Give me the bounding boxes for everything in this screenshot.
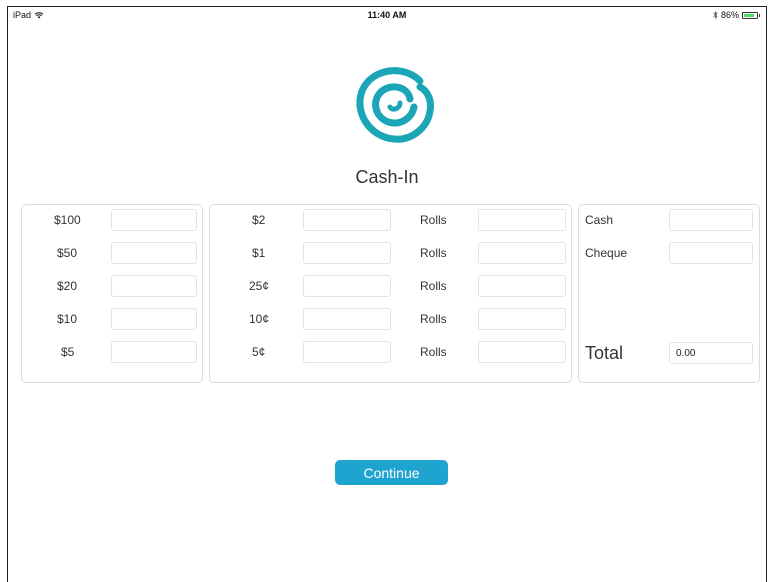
total-label: Total xyxy=(585,343,624,363)
bill-label-5: $5 xyxy=(61,345,75,359)
coin-5c-input[interactable] xyxy=(303,341,391,363)
coins-panel: $2 Rolls $1 Rolls 25¢ Rolls 10¢ Rolls 5¢… xyxy=(209,204,572,383)
battery-icon xyxy=(742,11,758,19)
coin-2-input[interactable] xyxy=(303,209,391,231)
rolls-label: Rolls xyxy=(420,279,447,293)
bill-20-input[interactable] xyxy=(111,275,197,297)
battery-tip xyxy=(759,13,760,17)
rolls-label: Rolls xyxy=(420,345,447,359)
cheque-label: Cheque xyxy=(585,246,628,260)
coin-label-5c: 5¢ xyxy=(252,345,266,359)
battery-percent: 86% xyxy=(720,10,739,20)
rolls-label: Rolls xyxy=(420,246,447,260)
cheque-input[interactable] xyxy=(669,242,753,264)
continue-button[interactable]: Continue xyxy=(335,460,448,485)
coin-10c-rolls-input[interactable] xyxy=(478,308,566,330)
coin-25c-rolls-input[interactable] xyxy=(478,275,566,297)
app-window: iPad 11:40 AM 86% Cash-In $100 $50 $20 $… xyxy=(7,6,767,582)
bills-panel: $100 $50 $20 $10 $5 xyxy=(21,204,203,383)
status-bar: iPad 11:40 AM 86% xyxy=(8,7,766,24)
bill-50-input[interactable] xyxy=(111,242,197,264)
summary-panel: Cash Cheque Total xyxy=(578,204,760,383)
coin-10c-input[interactable] xyxy=(303,308,391,330)
coin-1-input[interactable] xyxy=(303,242,391,264)
bill-label-50: $50 xyxy=(57,246,78,260)
cash-label: Cash xyxy=(585,213,614,227)
rolls-label: Rolls xyxy=(420,312,447,326)
rolls-label: Rolls xyxy=(420,213,447,227)
bill-label-20: $20 xyxy=(57,279,78,293)
bill-label-10: $10 xyxy=(57,312,78,326)
coin-25c-input[interactable] xyxy=(303,275,391,297)
coin-label-10c: 10¢ xyxy=(249,312,270,326)
bill-10-input[interactable] xyxy=(111,308,197,330)
bill-5-input[interactable] xyxy=(111,341,197,363)
coin-2-rolls-input[interactable] xyxy=(478,209,566,231)
cash-input[interactable] xyxy=(669,209,753,231)
battery-level xyxy=(744,13,754,17)
page-title: Cash-In xyxy=(355,167,419,187)
coin-5c-rolls-input[interactable] xyxy=(478,341,566,363)
coin-label-1: $1 xyxy=(252,246,266,260)
bill-label-100: $100 xyxy=(54,213,81,227)
coin-label-2: $2 xyxy=(252,213,266,227)
bluetooth-icon xyxy=(713,11,718,19)
coin-label-25c: 25¢ xyxy=(249,279,270,293)
coin-1-rolls-input[interactable] xyxy=(478,242,566,264)
brand-logo xyxy=(356,67,434,143)
total-input[interactable] xyxy=(669,342,753,364)
status-time: 11:40 AM xyxy=(367,10,407,20)
bill-100-input[interactable] xyxy=(111,209,197,231)
